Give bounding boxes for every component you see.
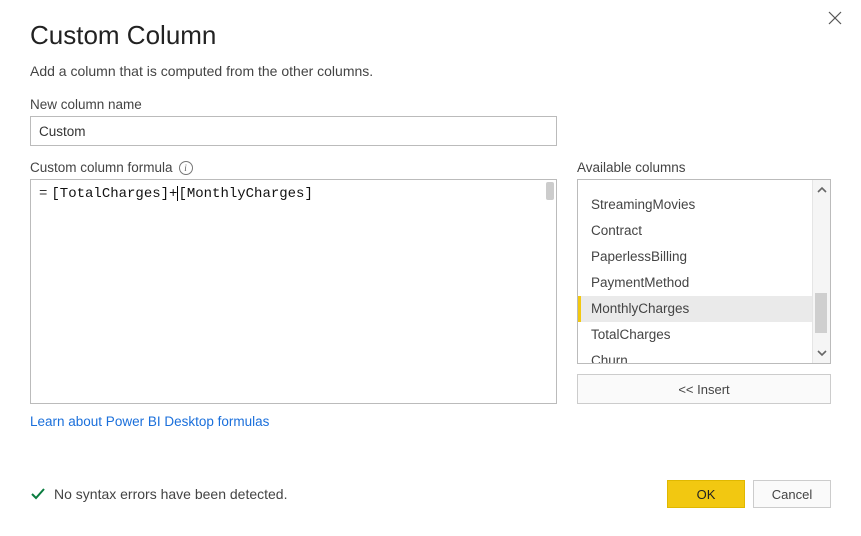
check-icon — [30, 485, 46, 504]
formula-label: Custom column formula i — [30, 160, 557, 175]
cancel-button[interactable]: Cancel — [753, 480, 831, 508]
scroll-down-button[interactable] — [813, 343, 831, 363]
info-icon[interactable]: i — [179, 161, 193, 175]
list-item[interactable]: MonthlyCharges — [578, 296, 830, 322]
formula-scrollbar-thumb[interactable] — [546, 182, 554, 200]
list-item-clipped: StreamingTV — [578, 179, 830, 180]
dialog-buttons: OK Cancel — [667, 480, 831, 508]
list-scrollbar[interactable] — [812, 180, 830, 363]
formula-label-text: Custom column formula — [30, 160, 173, 175]
formula-editor[interactable]: =[TotalCharges]+[MonthlyCharges] — [30, 179, 557, 404]
status-text: No syntax errors have been detected. — [54, 486, 287, 502]
dialog-title: Custom Column — [30, 20, 831, 51]
ok-button[interactable]: OK — [667, 480, 745, 508]
close-button[interactable] — [823, 6, 847, 30]
list-item[interactable]: PaperlessBilling — [578, 244, 830, 270]
formula-equals: = — [39, 186, 47, 202]
formula-part1: [TotalCharges]+ — [51, 186, 177, 202]
list-item[interactable]: PaymentMethod — [578, 270, 830, 296]
list-item[interactable]: Contract — [578, 218, 830, 244]
new-column-name-input[interactable] — [30, 116, 557, 146]
new-column-name-label: New column name — [30, 97, 831, 112]
list-item[interactable]: Churn — [578, 348, 830, 364]
list-item[interactable]: StreamingMovies — [578, 192, 830, 218]
scroll-up-button[interactable] — [813, 180, 831, 200]
dialog-subtitle: Add a column that is computed from the o… — [30, 63, 831, 79]
custom-column-dialog: Custom Column Add a column that is compu… — [0, 0, 861, 441]
status-bar: No syntax errors have been detected. — [30, 485, 287, 504]
scroll-thumb[interactable] — [815, 293, 827, 333]
available-columns-label: Available columns — [577, 160, 831, 175]
learn-formulas-link[interactable]: Learn about Power BI Desktop formulas — [30, 414, 269, 429]
insert-button[interactable]: << Insert — [577, 374, 831, 404]
available-columns-list[interactable]: StreamingTV StreamingMoviesContractPaperl… — [577, 179, 831, 364]
formula-part2: [MonthlyCharges] — [178, 186, 312, 202]
list-item[interactable]: TotalCharges — [578, 322, 830, 348]
